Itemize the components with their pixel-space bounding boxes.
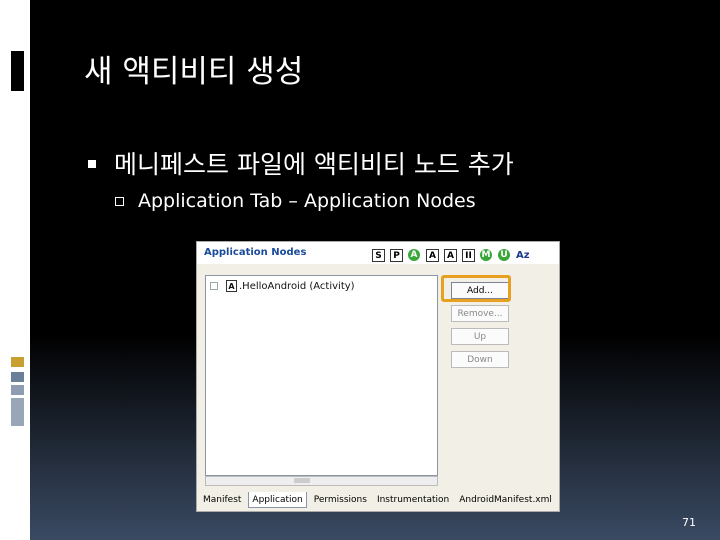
- tab-instrumentation[interactable]: Instrumentation: [373, 492, 453, 508]
- slide: 새 액티비티 생성 메니페스트 파일에 액티비티 노드 추가 Applicati…: [0, 0, 720, 540]
- tab-manifest[interactable]: Manifest: [200, 492, 245, 508]
- remove-button[interactable]: Remove...: [451, 305, 509, 322]
- manifest-editor-screenshot: Application Nodes S P A A A II M U Az A …: [196, 241, 560, 512]
- add-button-highlight: [441, 275, 511, 302]
- tab-androidmanifest-xml[interactable]: AndroidManifest.xml: [456, 492, 555, 508]
- page-number: 71: [682, 516, 696, 529]
- hollow-square-bullet-icon: [115, 196, 124, 206]
- decor-block: [11, 385, 24, 395]
- activity-green-icon[interactable]: A: [408, 249, 420, 261]
- activity-icon[interactable]: A: [426, 249, 439, 262]
- section-header: Application Nodes S P A A A II M U Az: [197, 242, 559, 264]
- bullet-text: 메니페스트 파일에 액티비티 노드 추가: [114, 150, 514, 179]
- down-button[interactable]: Down: [451, 351, 509, 368]
- editor-tabs: Manifest Application Permissions Instrum…: [200, 492, 559, 508]
- tree-item[interactable]: A .HelloAndroid (Activity): [210, 280, 355, 292]
- uses-library-icon[interactable]: U: [498, 249, 510, 261]
- decor-block: [11, 372, 24, 382]
- decor-block: [11, 51, 24, 91]
- filled-square-bullet-icon: [88, 160, 96, 168]
- activity-node-icon: A: [226, 280, 237, 292]
- decor-block: [11, 357, 24, 367]
- scrollbar-thumb[interactable]: [294, 478, 310, 483]
- meta-data-icon[interactable]: M: [480, 249, 492, 261]
- sort-az-icon[interactable]: Az: [516, 249, 530, 262]
- sort-icon[interactable]: S: [372, 249, 385, 262]
- activity-alias-icon[interactable]: A: [444, 249, 457, 262]
- expander-icon[interactable]: [210, 282, 218, 290]
- application-nodes-tree[interactable]: A .HelloAndroid (Activity): [205, 275, 438, 476]
- provider-icon[interactable]: P: [390, 249, 403, 262]
- tab-application[interactable]: Application: [248, 492, 307, 508]
- bullet-level-1: 메니페스트 파일에 액티비티 노드 추가: [88, 145, 514, 181]
- bullet-level-2: Application Tab – Application Nodes: [115, 190, 476, 212]
- slide-title: 새 액티비티 생성: [84, 54, 304, 90]
- tab-permissions[interactable]: Permissions: [310, 492, 370, 508]
- horizontal-scrollbar[interactable]: [205, 476, 438, 486]
- instrumentation-icon[interactable]: II: [462, 249, 475, 262]
- decor-block: [11, 398, 24, 426]
- up-button[interactable]: Up: [451, 328, 509, 345]
- tree-item-label: .HelloAndroid (Activity): [239, 280, 355, 292]
- section-title: Application Nodes: [204, 247, 307, 258]
- bullet-text: Application Tab – Application Nodes: [138, 190, 476, 212]
